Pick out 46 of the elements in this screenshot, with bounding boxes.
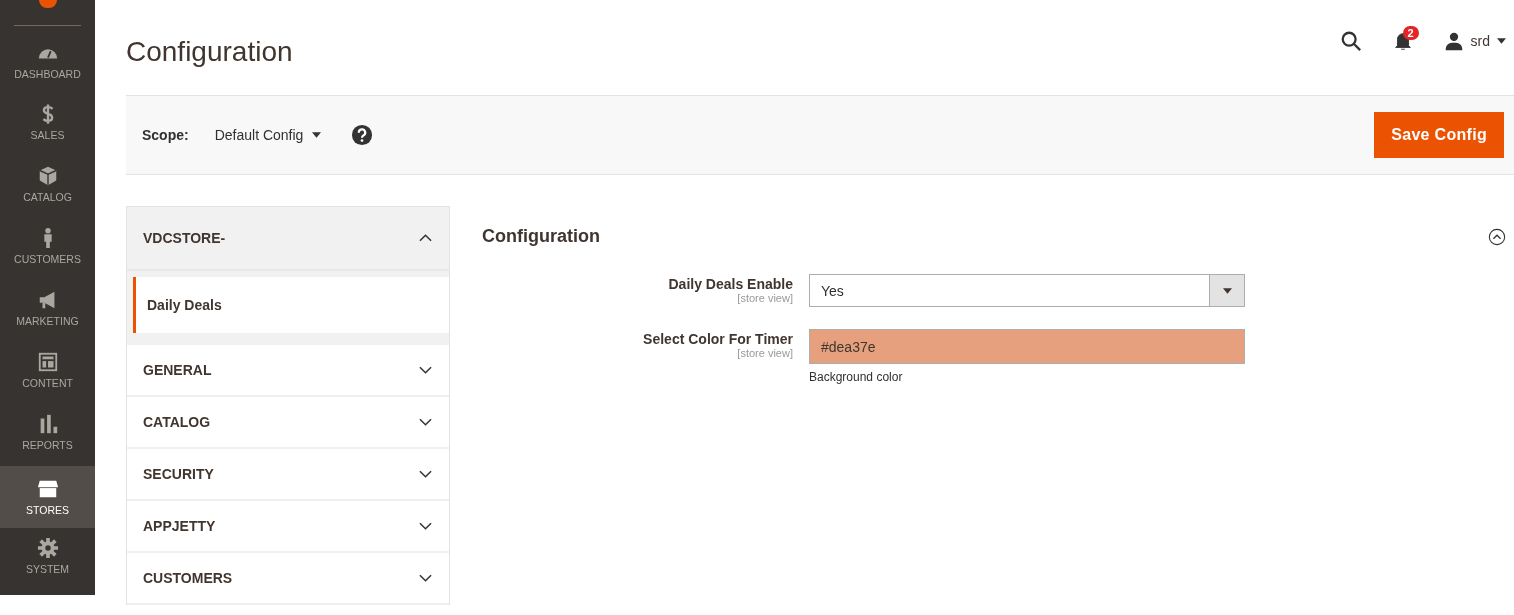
field-note: Background color: [809, 370, 904, 384]
save-config-button[interactable]: Save Config: [1374, 112, 1504, 158]
config-tab-header[interactable]: GENERAL: [127, 345, 449, 397]
config-tab-header[interactable]: APPJETTY: [127, 501, 449, 553]
nav-item[interactable]: SYSTEM: [0, 533, 95, 586]
search-icon[interactable]: [1339, 29, 1362, 52]
chevron-down-icon: [419, 418, 432, 426]
field-label: Select Color For Timer: [643, 331, 793, 347]
config-tab-item[interactable]: Daily Deals: [133, 277, 449, 333]
nav-item[interactable]: CATALOG: [0, 161, 95, 215]
nav-item[interactable]: CONTENT: [0, 346, 95, 400]
select-field[interactable]: Yes: [809, 274, 1245, 307]
chevron-down-icon: [419, 574, 432, 582]
caret-icon: [1497, 37, 1506, 44]
caret-icon: [1222, 287, 1232, 294]
logo-icon: [38, 0, 57, 8]
config-tab-header[interactable]: VDCSTORE-: [127, 207, 449, 271]
scope-switcher[interactable]: Default Config: [214, 127, 322, 143]
user-icon: [1443, 30, 1464, 51]
nav-item[interactable]: MARKETING: [0, 284, 95, 338]
chevron-up-icon: [419, 234, 432, 242]
layout-icon: [36, 350, 59, 373]
scope-label: Scope:: [142, 127, 189, 143]
chevron-down-icon: [419, 522, 432, 530]
caret-icon: [312, 132, 322, 138]
collapse-icon[interactable]: [1488, 227, 1506, 246]
chevron-down-icon: [419, 366, 432, 374]
page-title: Configuration: [126, 35, 293, 68]
scope-hint: [store view]: [737, 292, 793, 304]
config-tab-header[interactable]: CATALOG: [127, 397, 449, 449]
chevron-down-icon: [419, 470, 432, 478]
scope-hint: [store view]: [737, 347, 793, 359]
nav-item[interactable]: REPORTS: [0, 408, 95, 462]
gear-icon: [36, 537, 59, 560]
color-input-field[interactable]: #dea37e: [809, 329, 1245, 364]
field-label: Daily Deals Enable: [668, 276, 793, 292]
nav-item[interactable]: DASHBOARD: [0, 37, 95, 91]
config-tab-header[interactable]: SECURITY: [127, 449, 449, 501]
nav-item[interactable]: CUSTOMERS: [0, 223, 95, 276]
nav-item[interactable]: SALES: [0, 99, 95, 153]
notification-count: 2: [1402, 25, 1419, 40]
config-tab-header[interactable]: CUSTOMERS: [127, 553, 449, 605]
user-menu[interactable]: srd: [1443, 30, 1506, 51]
help-icon[interactable]: [351, 124, 374, 146]
section-title: Configuration: [482, 226, 600, 247]
nav-item[interactable]: STORES: [0, 466, 95, 529]
